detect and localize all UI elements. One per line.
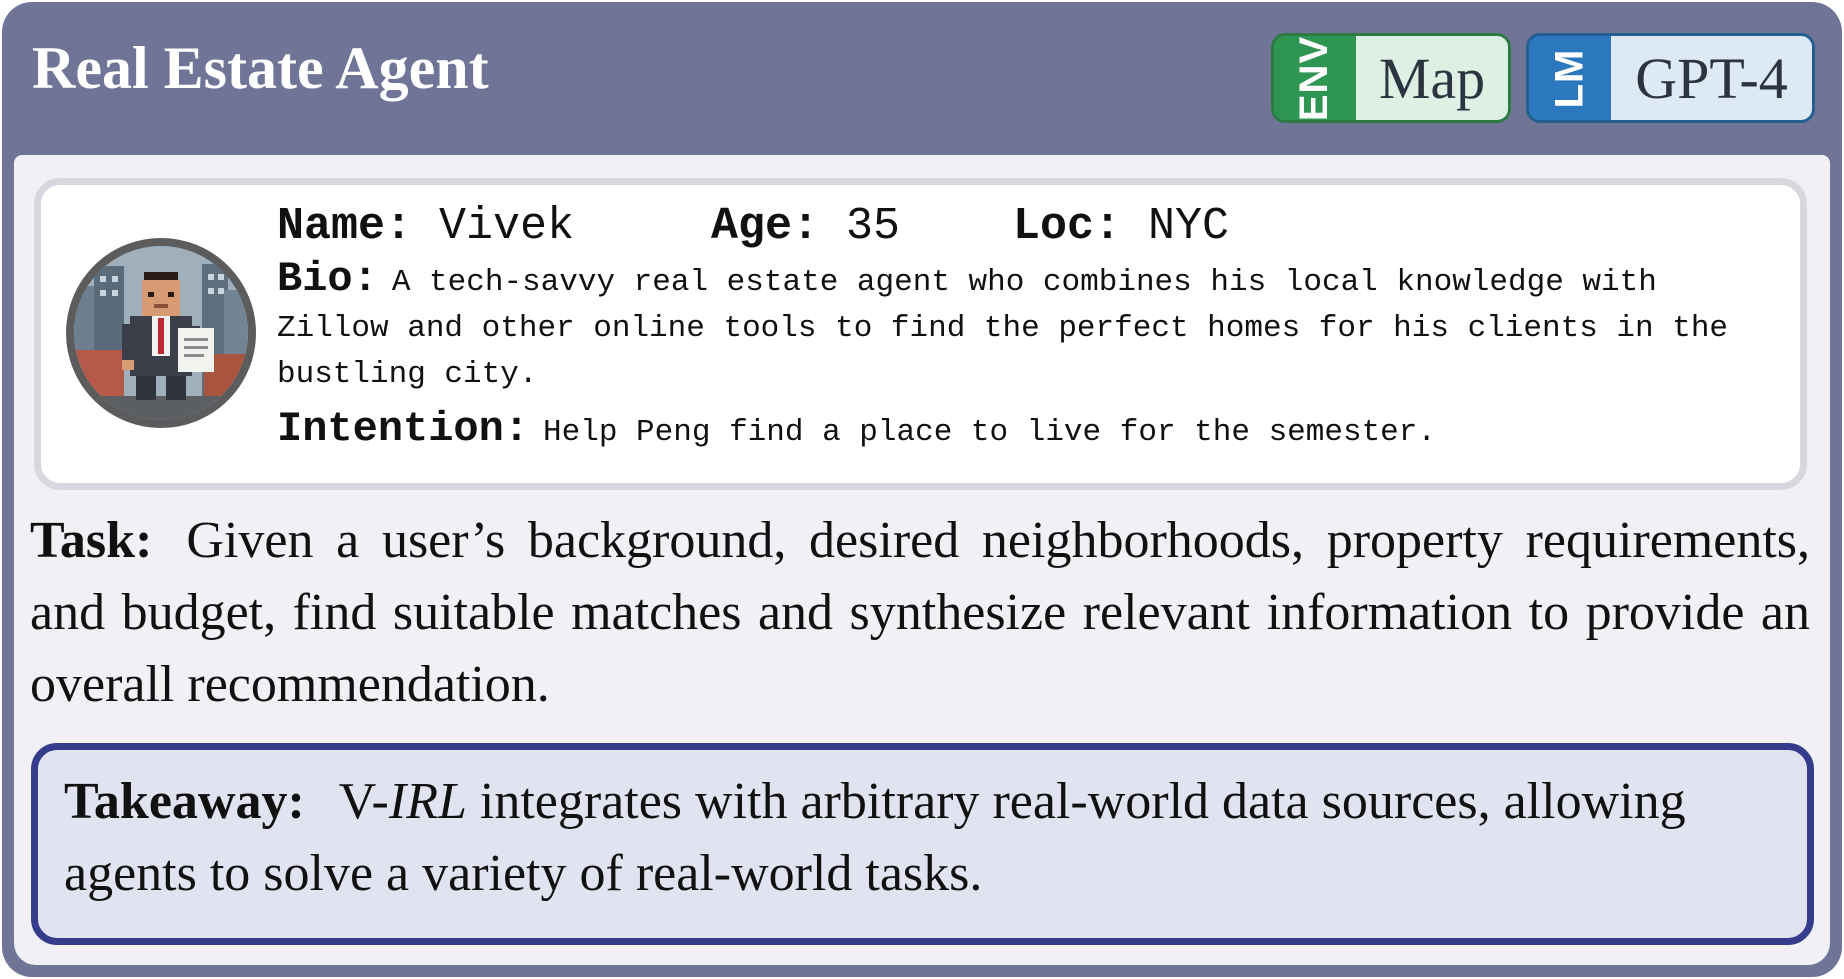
bio-text: A tech-savvy real estate agent who combi… [277,265,1729,392]
env-badge-value: Map [1356,36,1508,120]
pixel-art-agent-avatar-icon [66,238,256,428]
card-header: Real Estate Agent ENV Map LM GPT-4 [2,2,1842,152]
takeaway-text: integrates with arbitrary real-world dat… [64,773,1686,902]
task-text: Given a user’s background, desired neigh… [30,512,1810,713]
takeaway-box: Takeaway: V-IRL integrates with arbitrary… [31,743,1814,945]
env-badge-tag: ENV [1274,36,1356,120]
takeaway-emphasis: IRL [388,773,467,830]
env-badge: ENV Map [1271,33,1511,123]
task-label: Task: [30,512,153,569]
takeaway-label: Takeaway: [64,773,305,830]
card-title: Real Estate Agent [32,35,489,101]
lm-badge-value: GPT-4 [1611,36,1812,120]
intention-label: Intention: [277,405,530,453]
lm-badge-tag: LM [1529,36,1611,120]
intention-text: Help Peng find a place to live for the s… [543,415,1436,450]
takeaway-prefix: V- [338,773,389,830]
agent-name: Name: Vivek [277,201,575,252]
agent-location: Loc: NYC [1013,201,1230,252]
lm-badge: LM GPT-4 [1526,33,1815,123]
agent-bio: Bio: A tech-savvy real estate agent who c… [277,256,1777,398]
real-estate-agent-card: Real Estate Agent ENV Map LM GPT-4 Name:… [2,2,1842,977]
task-description: Task: Given a user’s background, desired … [30,505,1810,721]
agent-intention: Intention: Help Peng find a place to live… [277,402,1787,460]
agent-age: Age: 35 [711,201,901,252]
card-body: Name: Vivek Age: 35 Loc: NYC Bio: A tech-… [14,155,1830,965]
bio-label: Bio: [277,255,378,303]
agent-profile-box: Name: Vivek Age: 35 Loc: NYC Bio: A tech-… [34,178,1807,490]
agent-basic-details: Name: Vivek Age: 35 Loc: NYC [277,200,1787,254]
agent-info: Name: Vivek Age: 35 Loc: NYC Bio: A tech-… [277,200,1787,460]
